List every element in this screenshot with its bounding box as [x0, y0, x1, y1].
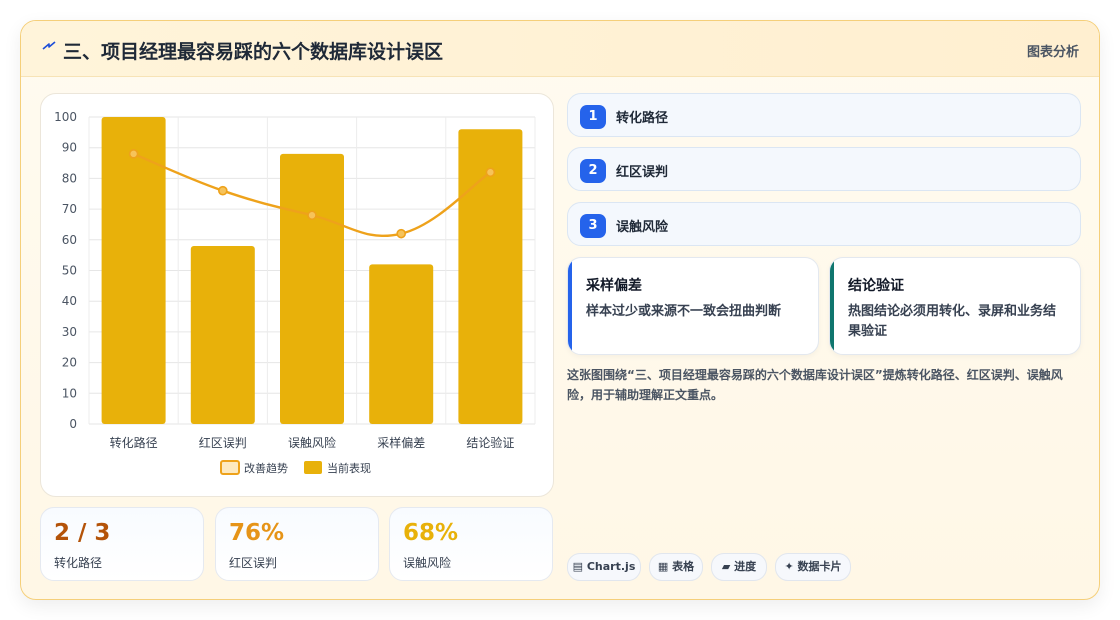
- y-tick-label: 90: [62, 141, 77, 155]
- chip-data-card[interactable]: ✦ 数据卡片: [775, 553, 851, 581]
- feature-description: 样本过少或来源不一致会扭曲判断: [586, 304, 782, 319]
- page-title: 三、项目经理最容易踩的六个数据库设计误区: [63, 41, 444, 63]
- legend-swatch: [220, 460, 240, 475]
- trend-point: [218, 185, 228, 196]
- stat-label: 红区误判: [229, 556, 278, 570]
- step-label: 误触风险: [616, 220, 669, 235]
- feature-title: 结论验证: [848, 278, 904, 294]
- feature-card-sampling-bias: 采样偏差 样本过少或来源不一致会扭曲判断: [567, 257, 819, 355]
- sparkle-icon: ✦: [784, 560, 794, 573]
- card-header: 三、项目经理最容易踩的六个数据库设计误区 图表分析: [21, 21, 1099, 77]
- chip-label: Chart.js: [586, 560, 636, 573]
- chip-label: 表格: [672, 560, 695, 573]
- chip-label: 进度: [734, 560, 757, 573]
- legend-swatch: [304, 461, 322, 474]
- combo-chart: 0 10 20 30 40 50 60 70 80 90 100 转化路径 红区误判 误触风险 采样偏差 结…: [54, 110, 536, 475]
- legend-label: 当前表现: [327, 461, 371, 475]
- accent-bar: [830, 258, 834, 354]
- chart-analysis-tag[interactable]: 图表分析: [1027, 41, 1079, 60]
- feature-card-conclusion-check: 结论验证 热图结论必须用转化、录屏和业务结果验证: [829, 257, 1081, 355]
- legend-label: 改善趋势: [244, 461, 288, 475]
- step-label: 红区误判: [616, 165, 669, 180]
- stat-value: 68%: [403, 520, 459, 546]
- step-number-badge: 3: [580, 214, 606, 238]
- step-label: 转化路径: [616, 111, 669, 126]
- stat-label: 误触风险: [403, 556, 452, 570]
- x-tick-label: 误触风险: [288, 435, 336, 450]
- x-tick-label: 转化路径: [110, 435, 158, 450]
- chip-progress[interactable]: ▰ 进度: [711, 553, 767, 581]
- accent-bar: [568, 258, 572, 354]
- main-card: 三、项目经理最容易踩的六个数据库设计误区 图表分析 0 10 20 30 40 50 60 7…: [20, 20, 1100, 600]
- step-item-2[interactable]: 2 红区误判: [567, 147, 1081, 191]
- stat-card-3: 68% 误触风险: [389, 507, 553, 581]
- progress-icon: ▰: [721, 560, 731, 573]
- chart-icon: ▤: [572, 560, 584, 573]
- y-tick-label: 30: [62, 325, 77, 339]
- bar: [190, 245, 255, 424]
- x-tick-label: 采样偏差: [377, 435, 425, 450]
- y-tick-label: 20: [62, 356, 77, 370]
- y-tick-label: 100: [54, 110, 77, 124]
- y-tick-label: 80: [62, 171, 77, 185]
- bar: [280, 153, 344, 424]
- x-tick-label: 红区误判: [199, 435, 247, 450]
- trend-point: [396, 228, 407, 239]
- y-tick-label: 60: [62, 233, 77, 247]
- y-tick-label: 40: [62, 294, 77, 308]
- y-tick-label: 10: [62, 386, 77, 400]
- feature-description: 热图结论必须用转化、录屏和业务结果验证: [848, 304, 1057, 339]
- trend-point: [485, 167, 496, 178]
- stat-label: 转化路径: [54, 556, 103, 570]
- chart-panel: 0 10 20 30 40 50 60 70 80 90 100 转化路径 红区误判 误触风险 采样偏差 结…: [40, 93, 554, 497]
- step-number-badge: 2: [580, 159, 606, 183]
- stat-value: 76%: [229, 520, 285, 546]
- chip-label: 数据卡片: [797, 560, 842, 573]
- table-icon: ▦: [657, 560, 669, 573]
- bar: [369, 264, 434, 424]
- y-tick-label: 70: [62, 202, 77, 216]
- chip-table[interactable]: ▦ 表格: [649, 553, 703, 581]
- feature-title: 采样偏差: [586, 278, 642, 294]
- step-number-badge: 1: [580, 105, 606, 129]
- y-tick-label: 50: [62, 264, 77, 278]
- trend-point: [307, 210, 317, 221]
- chip-chartjs[interactable]: ▤ Chart.js: [567, 553, 641, 581]
- stat-value: 2 / 3: [54, 520, 111, 546]
- y-tick-label: 0: [69, 417, 77, 431]
- stat-card-1: 2 / 3 转化路径: [40, 507, 204, 581]
- lightning-bolt-icon: [42, 41, 56, 50]
- x-tick-label: 结论验证: [466, 435, 514, 450]
- stat-card-2: 76% 红区误判: [215, 507, 379, 581]
- summary-text: 这张图围绕“三、项目经理最容易踩的六个数据库设计误区”提炼转化路径、红区误判、误…: [567, 368, 1063, 402]
- trend-point: [128, 149, 139, 159]
- step-item-1[interactable]: 1 转化路径: [567, 93, 1081, 137]
- step-item-3[interactable]: 3 误触风险: [567, 202, 1081, 246]
